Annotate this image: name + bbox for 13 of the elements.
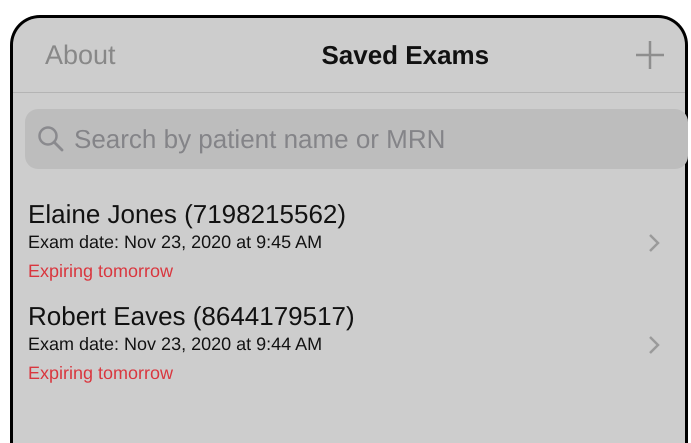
search-field[interactable]: Search by patient name or MRN <box>25 109 688 169</box>
exam-row[interactable]: Elaine Jones (7198215562) Exam date: Nov 23, 2020 at 9:45 AM Expiring tomorrow <box>28 199 660 287</box>
exam-row[interactable]: Robert Eaves (8644179517) Exam date: Nov 23, 2020 at 9:44 AM Expiring tomorrow <box>28 301 660 389</box>
expiry-status: Expiring tomorrow <box>28 362 174 385</box>
exam-date: Exam date: Nov 23, 2020 at 9:44 AM <box>28 333 324 356</box>
exam-date: Exam date: Nov 23, 2020 at 9:45 AM <box>28 231 324 254</box>
screen-title: Saved Exams <box>321 40 490 70</box>
patient-name: Robert Eaves (8644179517) <box>28 301 355 331</box>
chevron-icon <box>648 233 660 253</box>
add-icon[interactable] <box>634 40 665 70</box>
chevron-icon <box>648 335 660 355</box>
expiry-status: Expiring tomorrow <box>28 260 174 283</box>
patient-name: Elaine Jones (7198215562) <box>28 199 346 229</box>
